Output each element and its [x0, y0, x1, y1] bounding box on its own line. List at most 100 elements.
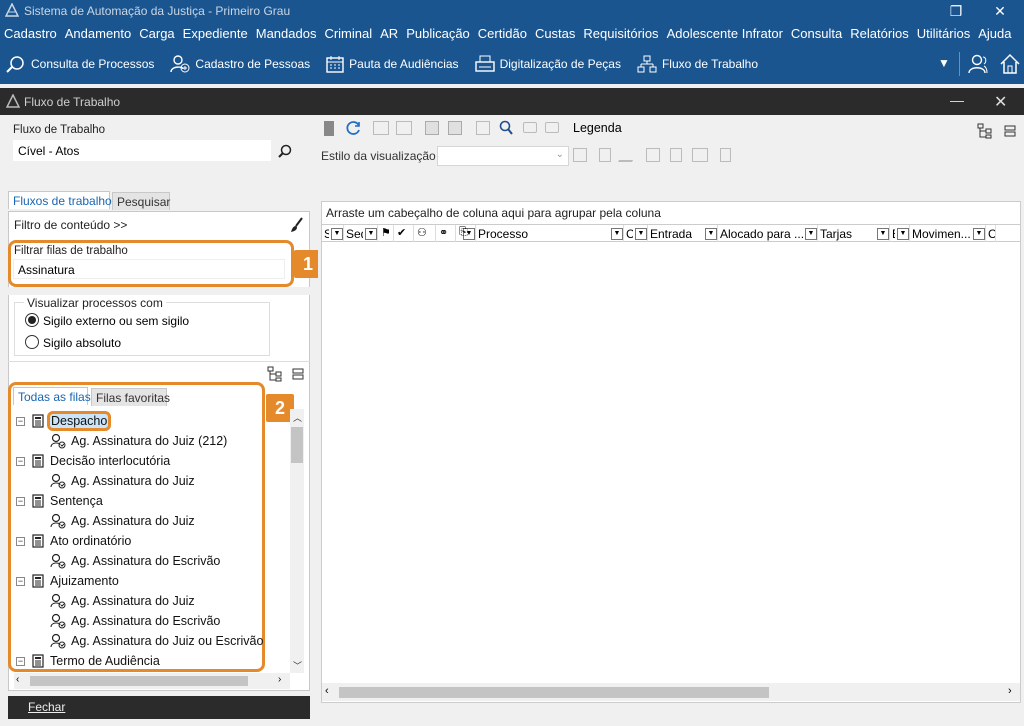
tree-queue-item[interactable]: Ag. Assinatura do Juiz (212) — [50, 431, 227, 451]
menu-carga[interactable]: Carga — [135, 26, 178, 41]
collapse-icon[interactable]: − — [16, 456, 25, 466]
column-filter-dropdown-icon[interactable]: ▼ — [877, 227, 889, 240]
grid-column-header[interactable]: Tarjas ▼ — [818, 225, 890, 242]
grid-column-header[interactable]: C — [986, 225, 996, 242]
brush-icon[interactable] — [290, 217, 304, 233]
grid-column-header[interactable]: Alocado para ... ▼ — [718, 225, 818, 242]
tree-queue-group[interactable]: − Sentença — [16, 491, 103, 511]
disabled-tool-icon[interactable] — [646, 148, 660, 162]
search-icon[interactable] — [278, 144, 292, 158]
tree-queue-group[interactable]: − Ajuizamento — [16, 571, 119, 591]
fluxo-field[interactable]: Cível - Atos — [13, 140, 271, 161]
menu-ar[interactable]: AR — [376, 26, 402, 41]
column-filter-dropdown-icon[interactable]: ▼ — [805, 227, 817, 240]
menu-publicacao[interactable]: Publicação — [402, 26, 474, 41]
tree-view-icon[interactable] — [977, 123, 993, 139]
tree-queue-group[interactable]: − Ato ordinatório — [16, 531, 131, 551]
column-filter-dropdown-icon[interactable]: ▼ — [897, 227, 909, 240]
scroll-left-icon[interactable]: ‹ — [325, 685, 329, 697]
filtrar-filas-input[interactable]: Assinatura — [13, 259, 285, 279]
grid-column-header[interactable]: ⚭ — [436, 225, 456, 242]
menu-ajuda[interactable]: Ajuda — [974, 26, 1015, 41]
scroll-down-icon[interactable]: ﹀ — [293, 659, 302, 672]
legenda-button[interactable]: Legenda — [573, 121, 622, 135]
collapse-icon[interactable]: − — [16, 536, 25, 546]
tree-horizontal-scrollbar[interactable]: ‹ › — [14, 673, 290, 689]
grid-column-header[interactable]: E...▼ — [890, 225, 910, 242]
filtro-conteudo-toggle[interactable]: Filtro de conteúdo >> — [14, 218, 127, 232]
grid-column-header[interactable]: C...▼ — [624, 225, 648, 242]
column-filter-dropdown-icon[interactable]: ▼ — [611, 227, 623, 240]
menu-utilitarios[interactable]: Utilitários — [913, 26, 974, 41]
refresh-icon[interactable] — [346, 120, 362, 136]
tab-fluxos-trabalho[interactable]: Fluxos de trabalho — [8, 191, 112, 209]
tree-vertical-scrollbar[interactable]: ︿ ﹀ — [290, 409, 304, 673]
column-filter-dropdown-icon[interactable]: ▼ — [365, 227, 377, 240]
h-scroll-thumb[interactable] — [30, 676, 248, 686]
digitalizacao-pecas-button[interactable]: Digitalização de Peças — [474, 55, 621, 73]
grid-column-header[interactable]: Entrada ▼ — [648, 225, 718, 242]
collapse-icon[interactable]: − — [16, 496, 25, 506]
tab-pesquisar[interactable]: Pesquisar — [112, 192, 170, 210]
menu-custas[interactable]: Custas — [531, 26, 579, 41]
tab-todas-filas[interactable]: Todas as filas — [13, 387, 91, 405]
scroll-thumb[interactable] — [291, 427, 303, 463]
tree-view-icon[interactable] — [267, 366, 283, 382]
search-document-icon[interactable] — [498, 119, 514, 136]
list-view-icon[interactable] — [292, 368, 304, 380]
tree-queue-group[interactable]: − Decisão interlocutória — [16, 451, 170, 471]
tree-queue-item[interactable]: Ag. Assinatura do Juiz — [50, 511, 195, 531]
grid-column-header[interactable]: Seq.▼ — [344, 225, 378, 242]
disabled-tool-icon[interactable] — [396, 121, 412, 135]
menu-requisitorios[interactable]: Requisitórios — [579, 26, 662, 41]
menu-expediente[interactable]: Expediente — [179, 26, 252, 41]
window-close-icon[interactable]: ✕ — [994, 92, 1007, 112]
menu-adolescente-infrator[interactable]: Adolescente Infrator — [663, 26, 787, 41]
disabled-delete-icon[interactable] — [720, 148, 731, 162]
home-icon[interactable] — [999, 53, 1021, 75]
tree-queue-group[interactable]: − Termo de Audiência — [16, 651, 160, 671]
disabled-tool-icon[interactable] — [425, 121, 439, 135]
disabled-tool-icon[interactable] — [670, 148, 682, 162]
dropdown-arrow-icon[interactable]: ▼ — [938, 56, 950, 70]
save-icon[interactable] — [573, 148, 587, 162]
tab-filas-favoritas[interactable]: Filas favoritas — [91, 388, 170, 406]
tree-queue-item[interactable]: Ag. Assinatura do Escrivão — [50, 551, 220, 571]
scroll-up-icon[interactable]: ︿ — [293, 411, 302, 424]
disabled-tool-icon[interactable] — [448, 121, 462, 135]
edit-icon[interactable] — [617, 148, 641, 162]
restore-icon[interactable]: ❐ — [936, 0, 976, 22]
tree-queue-item[interactable]: Ag. Assinatura do Juiz — [50, 591, 195, 611]
column-filter-dropdown-icon[interactable]: ▼ — [973, 227, 985, 240]
pauta-audiencias-button[interactable]: Pauta de Audiências — [326, 55, 459, 73]
disabled-tool-icon[interactable] — [476, 121, 490, 135]
comment-icon[interactable] — [523, 122, 537, 133]
comment-remove-icon[interactable] — [545, 122, 559, 133]
grid-column-header[interactable]: ✔ — [394, 225, 414, 242]
menu-mandados[interactable]: Mandados — [252, 26, 321, 41]
grid-horizontal-scrollbar[interactable]: ‹ › — [322, 683, 1020, 701]
menu-certidao[interactable]: Certidão — [474, 26, 531, 41]
tree-queue-item[interactable]: Ag. Assinatura do Escrivão — [50, 611, 220, 631]
bookmark-icon[interactable] — [324, 121, 334, 136]
menu-relatorios[interactable]: Relatórios — [846, 26, 913, 41]
scroll-right-icon[interactable]: › — [278, 674, 281, 685]
cadastro-pessoas-button[interactable]: Cadastro de Pessoas — [170, 55, 310, 73]
minimize-icon[interactable]: — — [950, 92, 964, 108]
estilo-select[interactable]: ⌄ — [437, 146, 569, 166]
tree-queue-group[interactable]: − Despacho — [16, 411, 112, 431]
grid-column-header[interactable]: Processo ▼ — [476, 225, 624, 242]
scroll-left-icon[interactable]: ‹ — [16, 674, 19, 685]
fluxo-trabalho-button[interactable]: Fluxo de Trabalho — [637, 55, 758, 73]
collapse-icon[interactable]: − — [16, 656, 25, 666]
grid-column-header[interactable]: ⚑ — [378, 225, 394, 242]
radio-sigilo-externo[interactable] — [25, 313, 39, 327]
grid-column-header[interactable]: ⚇ — [414, 225, 436, 242]
radio-sigilo-absoluto[interactable] — [25, 335, 39, 349]
fechar-button[interactable]: Fechar — [8, 696, 310, 719]
tree-queue-item[interactable]: Ag. Assinatura do Juiz — [50, 471, 195, 491]
grid-column-header[interactable]: Movimen... ▼ — [910, 225, 986, 242]
menu-consulta[interactable]: Consulta — [787, 26, 846, 41]
list-view-icon[interactable] — [1004, 125, 1016, 137]
users-icon[interactable] — [968, 54, 990, 74]
